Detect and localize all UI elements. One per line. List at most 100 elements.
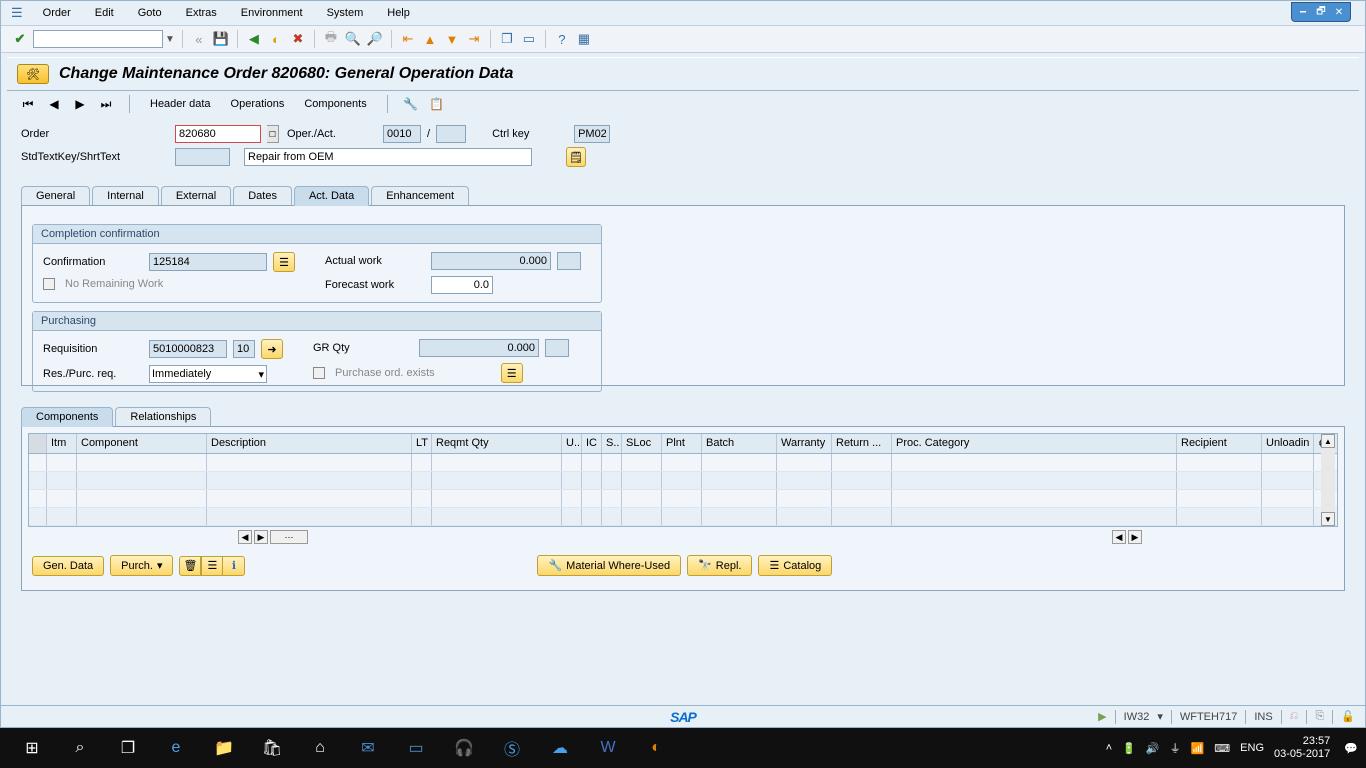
app1-icon[interactable]: ▭ (392, 728, 440, 768)
graphic-button[interactable]: 🗑 (179, 556, 201, 576)
order-f4-icon[interactable]: ☐ (267, 125, 279, 143)
col-sloc[interactable]: SLoc (622, 434, 662, 453)
table-row[interactable] (29, 508, 1337, 526)
longtext-button[interactable]: 🗒 (566, 147, 586, 167)
table-row[interactable] (29, 454, 1337, 472)
store-icon[interactable]: 🛍 (248, 728, 296, 768)
onedrive-icon[interactable]: ☁ (536, 728, 584, 768)
tab-act-data[interactable]: Act. Data (294, 186, 369, 206)
tab-general[interactable]: General (21, 186, 90, 205)
col-select[interactable] (29, 434, 47, 453)
tab-internal[interactable]: Internal (92, 186, 159, 205)
tab-dates[interactable]: Dates (233, 186, 292, 205)
menu-order[interactable]: Order (33, 5, 81, 21)
col-ic[interactable]: IC (582, 434, 602, 453)
command-dropdown-icon[interactable]: ▼ (165, 34, 175, 45)
taskbar-clock[interactable]: 23:57 03-05-2017 (1274, 735, 1334, 761)
save-icon[interactable]: 💾 (212, 30, 230, 48)
network-icon[interactable]: ⏚ (1170, 740, 1181, 756)
saplogon-icon[interactable]: ◐ (632, 728, 680, 768)
purch-button[interactable]: Purch.▾ (110, 555, 173, 576)
info-button[interactable]: ℹ (223, 556, 245, 576)
clipboard-icon[interactable]: 📋 (428, 95, 446, 113)
catalog-button[interactable]: ☰Catalog (758, 555, 832, 576)
tab-components-lower[interactable]: Components (21, 407, 113, 427)
col-um[interactable]: U.. (562, 434, 582, 453)
confirmation-list-button[interactable]: ☰ (273, 252, 295, 272)
lang-indicator[interactable]: ENG (1240, 742, 1264, 754)
explorer-icon[interactable]: 📁 (200, 728, 248, 768)
col-s[interactable]: S.. (602, 434, 622, 453)
headphones-icon[interactable]: 🎧 (440, 728, 488, 768)
edge-icon[interactable]: e (152, 728, 200, 768)
word-icon[interactable]: W (584, 728, 632, 768)
tab-external[interactable]: External (161, 186, 231, 205)
home-icon[interactable]: ⌂ (296, 728, 344, 768)
skype-icon[interactable]: Ⓢ (488, 728, 536, 768)
find-next-icon[interactable]: 🔎 (366, 30, 384, 48)
input-icon[interactable]: ⌨ (1214, 742, 1230, 755)
first-record-icon[interactable]: ⏮ (19, 95, 37, 113)
layout-icon[interactable]: ▦ (575, 30, 593, 48)
volume-icon[interactable]: 🔊 (1146, 742, 1160, 755)
help-icon[interactable]: ? (553, 30, 571, 48)
shorttext-field[interactable] (244, 148, 532, 166)
grid-vscroll[interactable]: ▲▼ (1321, 434, 1335, 526)
close-button[interactable]: ✕ (1330, 5, 1348, 19)
tab-relationships[interactable]: Relationships (115, 407, 211, 426)
mail-icon[interactable]: ✉ (344, 728, 392, 768)
table-row[interactable] (29, 472, 1337, 490)
status-triangle-icon[interactable]: ▶ (1098, 710, 1106, 723)
wrench-icon[interactable]: 🔧 (402, 95, 420, 113)
col-plnt[interactable]: Plnt (662, 434, 702, 453)
nav-operations[interactable]: Operations (225, 96, 291, 112)
po-list-button[interactable]: ☰ (501, 363, 523, 383)
new-session-icon[interactable]: ❐ (498, 30, 516, 48)
minimize-button[interactable]: 🗕 (1294, 5, 1312, 19)
forecast-field[interactable] (431, 276, 493, 294)
col-itm[interactable]: Itm (47, 434, 77, 453)
table-row[interactable] (29, 490, 1337, 508)
scroll-left-icon[interactable]: ◀ (238, 530, 252, 544)
scroll-thumb[interactable]: ⋯ (270, 530, 308, 544)
repl-button[interactable]: 🔭Repl. (687, 555, 752, 576)
order-field[interactable] (175, 125, 261, 143)
menu-help[interactable]: Help (377, 5, 420, 21)
exit-icon[interactable]: ◐ (267, 30, 285, 48)
col-warranty[interactable]: Warranty (777, 434, 832, 453)
print-icon[interactable]: 🖶 (322, 30, 340, 48)
first-page-icon[interactable]: ⇤ (399, 30, 417, 48)
sap-command-icon[interactable]: ☰ (11, 5, 23, 21)
start-button[interactable]: ⊞ (8, 728, 56, 768)
col-reqqty[interactable]: Reqmt Qty (432, 434, 562, 453)
prev-record-icon[interactable]: ◀ (45, 95, 63, 113)
col-component[interactable]: Component (77, 434, 207, 453)
enter-icon[interactable]: ✔ (11, 30, 29, 48)
gendata-button[interactable]: Gen. Data (32, 556, 104, 576)
last-page-icon[interactable]: ⇥ (465, 30, 483, 48)
menu-edit[interactable]: Edit (85, 5, 124, 21)
back-icon[interactable]: « (190, 30, 208, 48)
respurc-select[interactable]: Immediately▾ (149, 365, 267, 383)
col-batch[interactable]: Batch (702, 434, 777, 453)
notifications-icon[interactable]: 💬 (1344, 742, 1358, 755)
menu-goto[interactable]: Goto (128, 5, 172, 21)
list-button[interactable]: ☰ (201, 556, 223, 576)
prev-page-icon[interactable]: ▲ (421, 30, 439, 48)
maximize-button[interactable]: 🗗 (1312, 5, 1330, 19)
search-icon[interactable]: ⌕ (56, 728, 104, 768)
col-description[interactable]: Description (207, 434, 412, 453)
tab-enhancement[interactable]: Enhancement (371, 186, 469, 205)
col-lt[interactable]: LT (412, 434, 432, 453)
find-icon[interactable]: 🔍 (344, 30, 362, 48)
last-record-icon[interactable]: ⏭ (97, 95, 115, 113)
col-recipient[interactable]: Recipient (1177, 434, 1262, 453)
col-proc[interactable]: Proc. Category (892, 434, 1177, 453)
next-page-icon[interactable]: ▼ (443, 30, 461, 48)
col-return[interactable]: Return ... (832, 434, 892, 453)
menu-environment[interactable]: Environment (231, 5, 313, 21)
nav-header-data[interactable]: Header data (144, 96, 217, 112)
back-green-icon[interactable]: ◀ (245, 30, 263, 48)
battery-icon[interactable]: 🔋 (1122, 742, 1136, 755)
nav-components[interactable]: Components (298, 96, 372, 112)
